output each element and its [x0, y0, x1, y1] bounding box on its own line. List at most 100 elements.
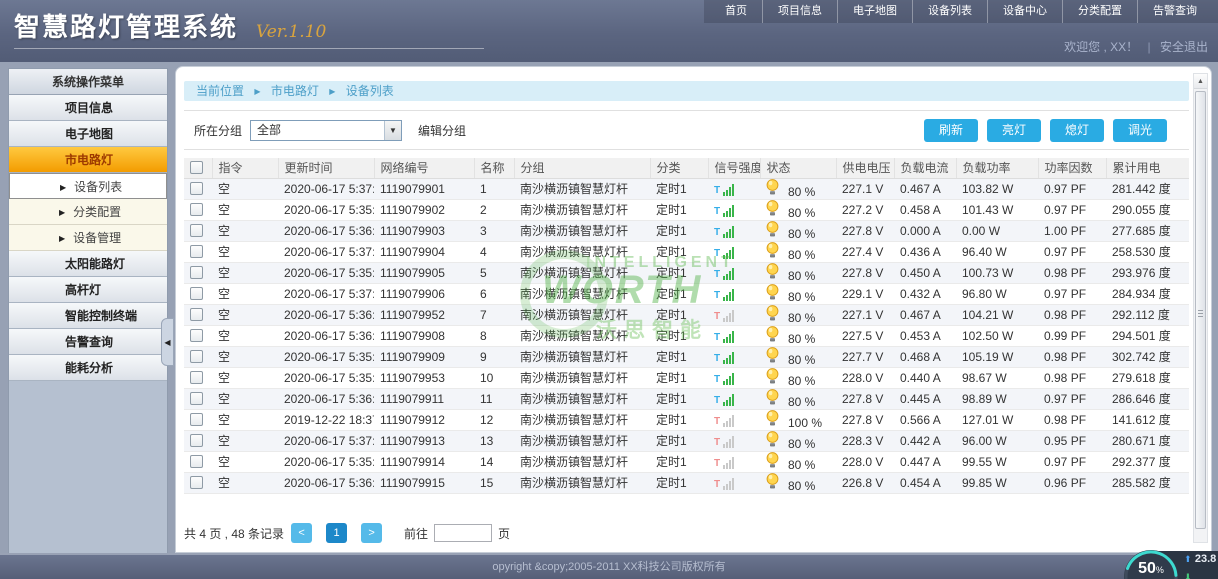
table-row: 空2020-06-17 5:35:3911190799022南沙横沥镇智慧灯杆定…	[184, 199, 1189, 220]
row-checkbox[interactable]	[190, 371, 203, 384]
refresh-button[interactable]: 刷新	[924, 119, 978, 142]
nav-item[interactable]: 项目信息	[762, 0, 837, 23]
scrollbar-thumb[interactable]	[1195, 91, 1206, 529]
current-page-button[interactable]: 1	[326, 523, 347, 543]
breadcrumb-level1[interactable]: 市电路灯	[271, 84, 319, 98]
sidebar-collapse-handle[interactable]: ◀	[161, 318, 174, 366]
row-checkbox[interactable]	[190, 266, 203, 279]
row-checkbox[interactable]	[190, 182, 203, 195]
sidebar-item-label: 电子地图	[65, 127, 113, 141]
sidebar-item[interactable]: 告警查询	[9, 329, 167, 355]
nav-item[interactable]: 告警查询	[1137, 0, 1212, 23]
vertical-scrollbar[interactable]: ▲	[1193, 73, 1208, 543]
cell-pf: 0.97 PF	[1038, 241, 1106, 262]
signal-bar	[729, 187, 731, 196]
row-checkbox[interactable]	[190, 287, 203, 300]
nav-item[interactable]: 电子地图	[837, 0, 912, 23]
sidebar-item[interactable]: 高杆灯	[9, 277, 167, 303]
light-on-button[interactable]: 亮灯	[987, 119, 1041, 142]
row-checkbox[interactable]	[190, 350, 203, 363]
signal-icon: T	[714, 478, 734, 490]
row-select-cell	[184, 325, 212, 346]
cell-pf: 0.96 PF	[1038, 472, 1106, 493]
footer: opyright &copy;2005-2011 XX科技公司版权所有	[0, 553, 1218, 579]
sidebar-item[interactable]: 电子地图	[9, 121, 167, 147]
cell-name: 13	[474, 430, 514, 451]
sidebar-subitem[interactable]: ▶设备管理	[9, 225, 167, 251]
row-checkbox[interactable]	[190, 203, 203, 216]
nav-item[interactable]: 首页	[710, 0, 762, 23]
cell-signal: T	[708, 178, 760, 199]
bulb-icon	[766, 326, 779, 346]
cell-cmd: 空	[212, 283, 278, 304]
signal-bar	[729, 313, 731, 322]
group-select[interactable]: 全部 ▼	[250, 120, 402, 141]
net-speed-widget[interactable]: 50% ⬆ 23.8 K/s ⬇	[1118, 545, 1218, 579]
signal-bar	[729, 418, 731, 427]
signal-bar	[723, 402, 725, 406]
nav-item[interactable]: 设备列表	[912, 0, 987, 23]
cell-current: 0.447 A	[894, 451, 956, 472]
sidebar-menu: 项目信息电子地图市电路灯▶设备列表▶分类配置▶设备管理太阳能路灯高杆灯智能控制终…	[9, 95, 167, 381]
row-checkbox[interactable]	[190, 224, 203, 237]
cell-power: 105.19 W	[956, 346, 1038, 367]
row-checkbox[interactable]	[190, 434, 203, 447]
upload-speed: ⬆ 23.8 K/s	[1184, 551, 1218, 565]
sidebar-item[interactable]: 市电路灯	[9, 147, 167, 173]
breadcrumb-level2[interactable]: 设备列表	[346, 84, 394, 98]
signal-bar	[732, 478, 734, 490]
sidebar-item-label: 高杆灯	[65, 283, 101, 297]
goto-page-input[interactable]	[434, 524, 492, 542]
sidebar-item[interactable]: 能耗分析	[9, 355, 167, 381]
edit-group-link[interactable]: 编辑分组	[418, 122, 466, 139]
sidebar-item[interactable]: 项目信息	[9, 95, 167, 121]
signal-bar	[723, 234, 725, 238]
breadcrumb: 当前位置 ▶ 市电路灯 ▶ 设备列表	[184, 81, 1189, 101]
cell-power: 99.85 W	[956, 472, 1038, 493]
signal-antenna: T	[714, 438, 720, 448]
sidebar-subitem[interactable]: ▶分类配置	[9, 199, 167, 225]
row-checkbox[interactable]	[190, 329, 203, 342]
light-off-button[interactable]: 熄灯	[1050, 119, 1104, 142]
row-checkbox[interactable]	[190, 455, 203, 468]
prev-page-button[interactable]: <	[291, 523, 312, 543]
cell-signal: T	[708, 409, 760, 430]
sidebar-subitem[interactable]: ▶设备列表	[9, 173, 167, 199]
sidebar-item[interactable]: 太阳能路灯	[9, 251, 167, 277]
signal-bar	[723, 255, 725, 259]
row-checkbox[interactable]	[190, 308, 203, 321]
cell-status: 100 %	[760, 409, 836, 430]
dimming-button[interactable]: 调光	[1113, 119, 1167, 142]
nav-item[interactable]: 设备中心	[987, 0, 1062, 23]
gauge-percent: 50	[1138, 560, 1156, 577]
logout-link[interactable]: 安全退出	[1160, 40, 1208, 54]
scroll-up-arrow-icon[interactable]: ▲	[1194, 74, 1207, 89]
dropdown-arrow-icon[interactable]: ▼	[384, 121, 401, 140]
nav-item[interactable]: 分类配置	[1062, 0, 1137, 23]
cell-voltage: 228.0 V	[836, 451, 894, 472]
next-page-button[interactable]: >	[361, 523, 382, 543]
sidebar-item[interactable]: 智能控制终端	[9, 303, 167, 329]
cell-pf: 0.98 PF	[1038, 409, 1106, 430]
cell-energy: 279.618 度	[1106, 367, 1189, 388]
signal-icon: T	[714, 457, 734, 469]
cell-power: 104.21 W	[956, 304, 1038, 325]
signal-icon: T	[714, 352, 734, 364]
row-checkbox[interactable]	[190, 392, 203, 405]
signal-antenna: T	[714, 333, 720, 343]
cell-group: 南沙横沥镇智慧灯杆	[514, 304, 650, 325]
row-checkbox[interactable]	[190, 413, 203, 426]
signal-bar	[729, 460, 731, 469]
select-all-checkbox[interactable]	[190, 161, 203, 174]
cell-status: 80 %	[760, 430, 836, 451]
signal-bar	[732, 184, 734, 196]
row-checkbox[interactable]	[190, 476, 203, 489]
signal-bar	[726, 358, 728, 364]
cell-cmd: 空	[212, 388, 278, 409]
cell-cmd: 空	[212, 409, 278, 430]
row-checkbox[interactable]	[190, 245, 203, 258]
cell-status: 80 %	[760, 346, 836, 367]
toolbar: 所在分组 全部 ▼ 编辑分组 刷新 亮灯 熄灯 调光	[184, 110, 1189, 150]
cell-name: 2	[474, 199, 514, 220]
signal-bar	[732, 352, 734, 364]
